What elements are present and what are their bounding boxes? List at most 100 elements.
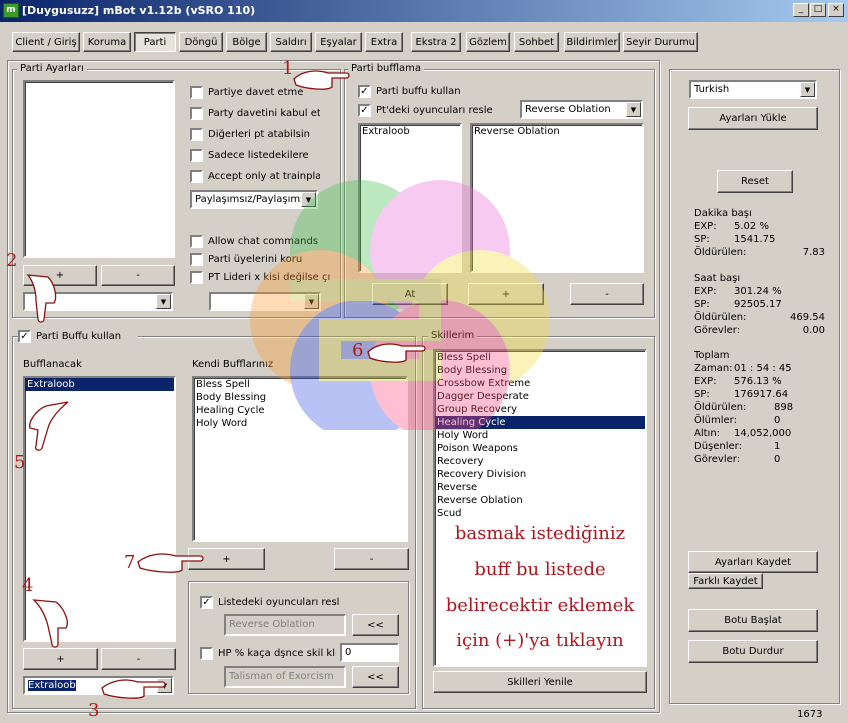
tab-bolge[interactable]: Bölge [226,32,267,52]
target-remove-button[interactable]: - [101,648,176,670]
list-item[interactable]: Reverse Oblation [472,125,642,138]
party-member-list[interactable] [23,80,175,258]
marker-2: 2 [6,250,18,271]
skill-list-item[interactable]: Group Recovery [435,403,645,416]
pt-oyunculari-resle-check[interactable]: ✓ Pt'deki oyuncuları resle [358,103,518,118]
bufflama-remove-button[interactable]: - [570,283,644,305]
close-button[interactable]: × [828,3,844,17]
skilleri-yenile-button[interactable]: Skilleri Yenile [433,671,647,693]
parti-buffu-kullan-check[interactable]: ✓ Parti buffu kullan [358,84,508,99]
pt-lideri-select[interactable]: ▼ [209,292,321,311]
status-number: 1673 [797,709,823,720]
save-as-button[interactable]: Farklı Kaydet [688,573,763,589]
chevron-down-icon: ▼ [156,294,171,309]
resle-arrow-button[interactable]: << [352,614,399,636]
bufflama-add-button[interactable]: + [468,283,544,305]
annotation-line-1: basmak istediğiniz [454,523,626,544]
tab-client-giris[interactable]: Client / Giriş [12,32,80,52]
stat-label: SP: [694,299,710,310]
skill-list-item[interactable]: Crossbow Extreme [435,377,645,390]
tab-seyir-durumu[interactable]: Seyir Durumu [623,32,698,52]
reset-button[interactable]: Reset [717,170,793,193]
resle-skill-select[interactable]: Reverse Oblation ▼ [520,100,643,119]
list-item[interactable]: Body Blessing [194,391,406,404]
stop-bot-button[interactable]: Botu Durdur [688,640,818,663]
party-remove-button[interactable]: - [101,265,175,286]
tab-koruma[interactable]: Koruma [83,32,131,52]
tab-esyalar[interactable]: Eşyalar [315,32,362,52]
hp-value-input[interactable]: 0 [340,643,399,662]
total-title: Toplam [694,350,730,361]
tab-parti[interactable]: Parti [134,32,176,52]
marker-7: 7 [124,552,136,573]
accept-trainplace-check[interactable]: Accept only at trainplac [190,169,320,184]
buff-skill-list[interactable]: Reverse Oblation [470,123,644,273]
buff-player-list[interactable]: Extraloob [358,123,462,273]
listedeki-resle-check[interactable]: ✓ Listedeki oyuncuları resl [200,595,340,610]
chevron-down-icon: ▼ [626,102,641,117]
sadece-listedekilere-check[interactable]: Sadece listedekilere [190,148,320,163]
pointing-hand-icon [32,599,68,648]
list-item[interactable]: Extraloob [360,125,460,138]
list-item[interactable]: Extraloob [25,378,174,391]
skill-list-item[interactable]: Recovery Division [435,468,645,481]
skill-list-item[interactable]: Recovery [435,455,645,468]
skill-list-item[interactable]: Bless Spell [435,351,645,364]
pt-lideri-check[interactable]: PT Lideri x kisi değilse çıl [190,270,330,285]
stat-value: 01 : 54 : 45 [734,363,792,374]
annotation-line-3: belirecektir eklemek [445,595,635,616]
chevron-down-icon: ▼ [301,192,316,207]
stat-value: 5.02 % [734,221,769,232]
target-add-button[interactable]: + [23,648,98,670]
pointing-hand-icon [101,679,166,699]
paylasim-select[interactable]: Paylaşımsız/Paylaşımsı ▼ [190,190,318,209]
stat-label: Öldürülen: [694,312,747,323]
at-button[interactable]: At [372,283,448,305]
allow-chat-check[interactable]: Allow chat commands [190,234,330,249]
tab-extra[interactable]: Extra [365,32,403,52]
list-item[interactable]: Holy Word [194,417,406,430]
bufflanacak-label: Bufflanacak [23,359,82,370]
tab-ekstra-2[interactable]: Ekstra 2 [411,32,461,52]
parti-uyeleri-koru-check[interactable]: Parti üyelerini koru [190,252,330,267]
skill-list-item[interactable]: Healing Cycle [435,416,645,429]
start-bot-button[interactable]: Botu Başlat [688,609,818,632]
language-select[interactable]: Turkish ▼ [689,80,817,99]
party-davet-kabul-check[interactable]: Party davetini kabul etr [190,106,320,121]
chevron-down-icon: ▼ [800,82,815,97]
parti-buffu-group-check[interactable]: ✓ Parti Buffu kullan [18,329,138,344]
skill-list-item[interactable]: Reverse [435,481,645,494]
list-item[interactable]: Healing Cycle [194,404,406,417]
skill-list-item[interactable]: Body Blessing [435,364,645,377]
skill-list-item[interactable]: Scud [435,507,645,520]
skillerim-label: Skillerim [428,330,478,341]
maximize-button[interactable]: □ [810,3,826,17]
tab-bildirimler[interactable]: Bildirimler [564,32,620,52]
tab-gozlem[interactable]: Gözlem [466,32,510,52]
skill-list-item[interactable]: Dagger Desperate [435,390,645,403]
hp-check[interactable]: HP % kaça dşnce skil klı [200,646,336,661]
tab-sohbet[interactable]: Sohbet [514,32,559,52]
skill-list[interactable]: Bless Spell Body Blessing Crossbow Extreme… [433,349,647,667]
stat-label: Görevler: [694,454,741,465]
minimize-button[interactable]: _ [793,3,809,17]
stat-label: Öldürülen: [694,402,747,413]
skill-list-item[interactable]: Poison Weapons [435,442,645,455]
stat-value: 0.00 [802,325,825,336]
stat-value: 301.24 % [734,286,782,297]
resle-skill-field: Reverse Oblation [224,614,346,636]
stat-value: 1 [774,441,781,452]
tab-dongu[interactable]: Döngü [179,32,223,52]
own-buff-remove-button[interactable]: - [334,548,409,570]
save-settings-button[interactable]: Ayarları Kaydet [688,551,818,573]
list-item[interactable]: Bless Spell [194,378,406,391]
own-buffs-list[interactable]: Bless Spell Body Blessing Healing Cycle … [192,376,408,542]
digerleri-pt-check[interactable]: Diğerleri pt atabilsin [190,127,320,142]
marker-6: 6 [352,340,364,361]
skill-list-item[interactable]: Reverse Oblation [435,494,645,507]
load-settings-button[interactable]: Ayarları Yükle [688,107,818,130]
hp-skill-field: Talisman of Exorcism [224,666,346,688]
skill-list-item[interactable]: Holy Word [435,429,645,442]
tab-saldiri[interactable]: Saldırı [270,32,312,52]
hp-arrow-button[interactable]: << [352,666,399,688]
